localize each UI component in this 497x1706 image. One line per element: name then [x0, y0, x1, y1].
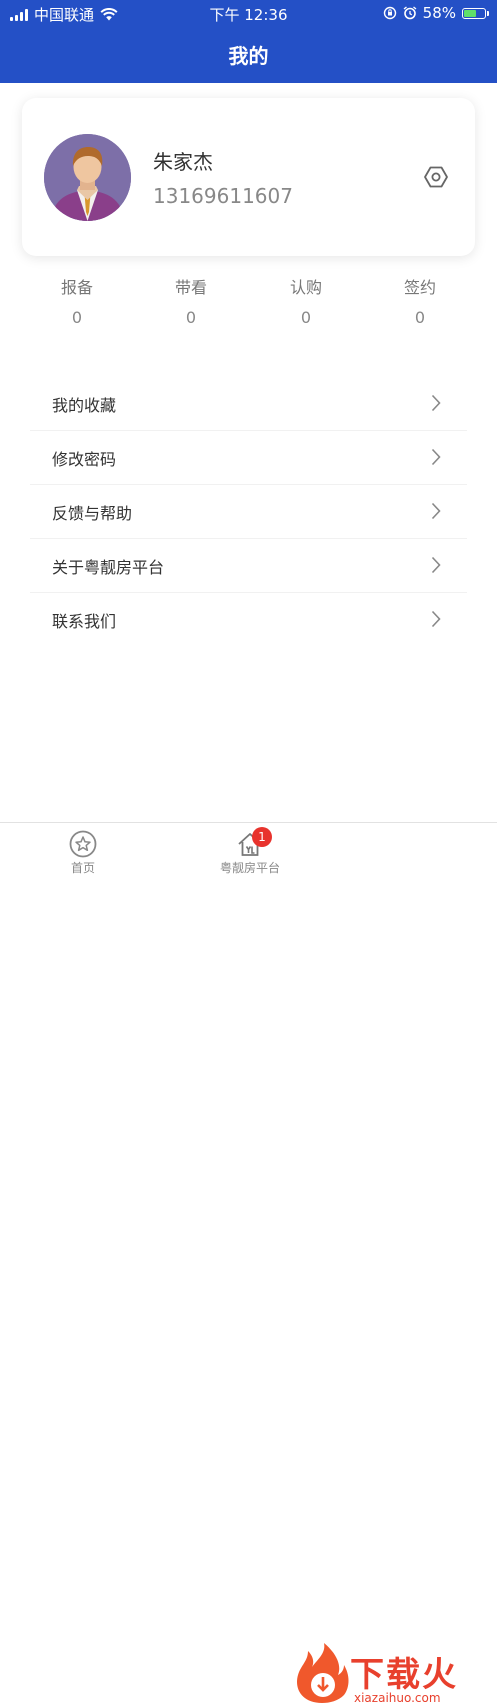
stat-report[interactable]: 报备 0	[27, 276, 127, 327]
page-title: 我的	[228, 44, 269, 68]
stat-value: 0	[414, 308, 426, 327]
home-star-icon	[69, 830, 97, 858]
stat-contract[interactable]: 签约 0	[370, 276, 470, 327]
watermark-domain: xiazaihuo.com	[354, 1691, 441, 1705]
stat-label: 报备	[60, 278, 93, 297]
tab-bar: 首页 粤靓房平台 1 下载火 xiazaihuo.com	[0, 822, 497, 1705]
orientation-lock-icon	[383, 6, 396, 20]
user-phone: 13169611607	[153, 184, 293, 208]
battery-percent: 58%	[422, 4, 456, 22]
chevron-right-icon	[431, 502, 441, 520]
chevron-right-icon	[431, 394, 441, 412]
settings-menu: 我的收藏 修改密码 反馈与帮助 关于粤靓房平台 联系我们	[30, 377, 467, 646]
menu-item-label: 修改密码	[52, 450, 117, 469]
notification-badge: 1	[252, 827, 272, 847]
header-bar: 中国联通 下午 12:36 58% 我的	[0, 0, 497, 83]
stat-label: 签约	[403, 278, 436, 297]
menu-item-label: 我的收藏	[52, 396, 117, 415]
tab-home-label: 首页	[70, 861, 95, 875]
menu-item-change-password[interactable]: 修改密码	[30, 431, 467, 485]
menu-item-label: 关于粤靓房平台	[52, 558, 165, 577]
settings-icon[interactable]	[422, 163, 450, 191]
watermark-logo: 下载火 xiazaihuo.com	[292, 1641, 497, 1706]
battery-icon	[462, 7, 489, 19]
stat-label: 带看	[174, 278, 207, 297]
menu-item-label: 联系我们	[52, 612, 117, 631]
stat-subscription[interactable]: 认购 0	[256, 276, 356, 327]
user-name: 朱家杰	[153, 150, 213, 174]
profile-card: 朱家杰 13169611607	[22, 98, 475, 256]
menu-item-contact-us[interactable]: 联系我们	[30, 593, 467, 646]
menu-item-label: 反馈与帮助	[52, 504, 133, 523]
stat-value: 0	[185, 308, 197, 327]
menu-item-favorites[interactable]: 我的收藏	[30, 377, 467, 431]
stat-label: 认购	[289, 278, 322, 297]
tab-home[interactable]: 首页	[48, 823, 118, 884]
stats-row: 报备 0 带看 0 认购 0 签约 0	[0, 276, 497, 336]
avatar	[44, 134, 131, 221]
stat-value: 0	[71, 308, 83, 327]
stat-value: 0	[300, 308, 312, 327]
chevron-right-icon	[431, 610, 441, 628]
menu-item-feedback-help[interactable]: 反馈与帮助	[30, 485, 467, 539]
status-bar: 中国联通 下午 12:36 58%	[0, 0, 497, 26]
chevron-right-icon	[431, 556, 441, 574]
menu-item-about[interactable]: 关于粤靓房平台	[30, 539, 467, 593]
stat-viewing[interactable]: 带看 0	[141, 276, 241, 327]
alarm-icon	[403, 6, 417, 20]
tab-platform[interactable]: 粤靓房平台 1	[210, 823, 290, 884]
flame-logo-icon	[297, 1643, 349, 1703]
user-avatar-image	[44, 134, 131, 221]
chevron-right-icon	[431, 448, 441, 466]
watermark-text: 下载火	[350, 1655, 458, 1695]
tab-platform-label: 粤靓房平台	[219, 861, 280, 875]
